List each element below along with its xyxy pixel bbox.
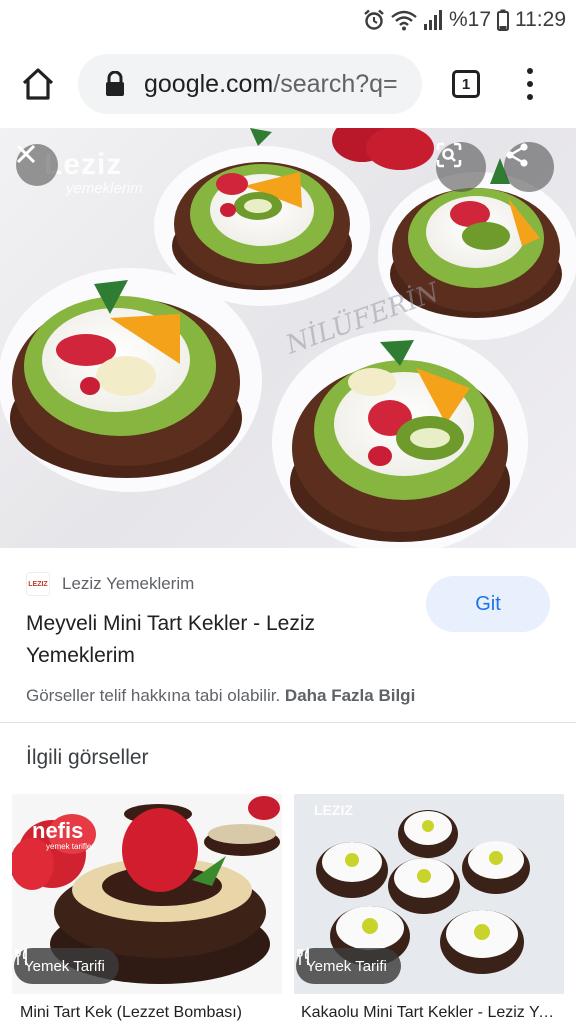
close-icon — [16, 144, 36, 164]
badge-label: Yemek Tarifi — [24, 957, 105, 975]
source-row[interactable]: LEZIZ Leziz Yemeklerim — [26, 572, 194, 596]
related-image-card[interactable]: nefis yemek tarifleri Yemek Tarifi — [12, 794, 282, 994]
visit-button[interactable]: Git — [426, 576, 550, 632]
more-info-link[interactable]: Daha Fazla Bilgi — [285, 686, 415, 705]
url-path: /search?q= — [273, 69, 398, 98]
tab-switcher-button[interactable]: 1 — [452, 70, 480, 98]
status-bar: %17 11:29 — [0, 0, 576, 40]
share-button[interactable] — [504, 142, 554, 192]
browser-toolbar: google.com/search?q= 1 — [0, 40, 576, 128]
tab-count: 1 — [461, 75, 471, 93]
result-title[interactable]: Meyveli Mini Tart Kekler - Leziz Yemekle… — [26, 608, 396, 672]
close-button[interactable] — [16, 144, 58, 186]
restaurant-icon — [15, 948, 27, 965]
nefis-logo: nefis — [32, 818, 84, 843]
lens-icon — [436, 142, 462, 168]
related-images-heading: İlgili görseller — [26, 746, 149, 769]
related-image-caption[interactable]: Mini Tart Kek (Lezzet Bombası) — [20, 1004, 278, 1022]
alarm-icon — [363, 9, 385, 31]
home-icon — [22, 68, 54, 100]
related-image-card[interactable]: LEZIZ Yemek Tarifi — [294, 794, 564, 994]
source-name: Leziz Yemeklerim — [62, 574, 195, 593]
signal-icon — [423, 9, 443, 31]
lens-button[interactable] — [436, 142, 486, 192]
leziz-logo: LEZIZ — [314, 802, 353, 818]
copyright-text: Görseller telif hakkına tabi olabilir. — [26, 686, 281, 705]
more-vert-icon[interactable] — [520, 66, 540, 102]
wifi-icon — [391, 9, 417, 31]
watermark-sub: yemeklerim — [66, 180, 143, 197]
battery-percent: %17 — [448, 8, 491, 31]
recipe-badge: Yemek Tarifi — [14, 948, 119, 984]
recipe-badge: Yemek Tarifi — [296, 948, 401, 984]
source-logo: LEZIZ — [26, 572, 50, 596]
preview-image[interactable]: NİLÜFERİN Leziz yemeklerim — [0, 128, 576, 548]
copyright-notice: Görseller telif hakkına tabi olabilir. D… — [26, 686, 415, 706]
nefis-logo-sub: yemek tarifleri — [46, 842, 96, 851]
divider — [0, 722, 576, 723]
url-host: google.com — [144, 69, 274, 98]
related-image-caption[interactable]: Kakaolu Mini Tart Kekler - Leziz Yemekle… — [301, 1004, 557, 1022]
clock: 11:29 — [515, 8, 566, 31]
lock-icon — [106, 71, 124, 96]
home-button[interactable] — [18, 64, 58, 104]
battery-icon — [497, 9, 509, 31]
badge-label: Yemek Tarifi — [306, 957, 387, 975]
address-bar[interactable]: google.com/search?q= — [78, 54, 422, 114]
restaurant-icon — [297, 948, 309, 965]
url-text: google.com/search?q= — [144, 70, 398, 99]
share-icon — [506, 143, 528, 167]
